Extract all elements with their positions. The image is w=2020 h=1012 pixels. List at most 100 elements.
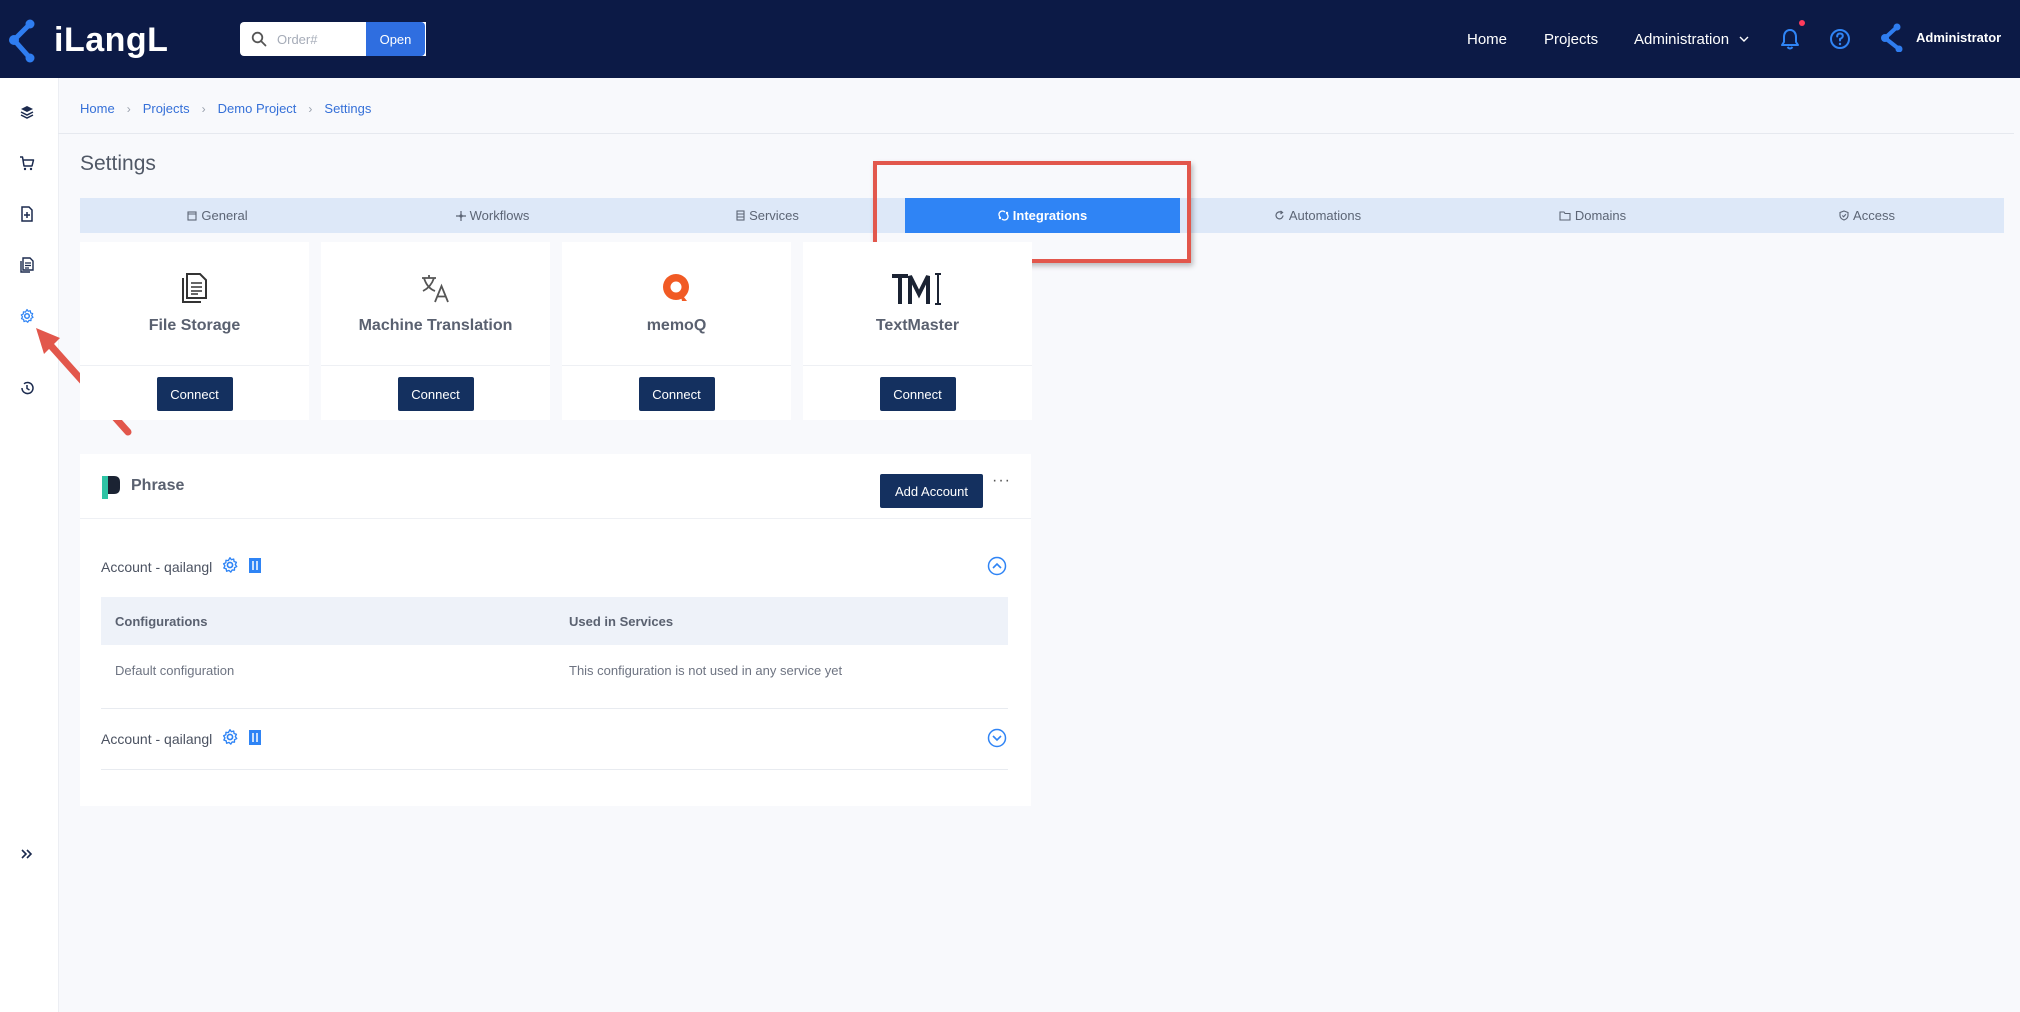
tab-general[interactable]: General — [80, 198, 355, 233]
breadcrumb-home[interactable]: Home — [80, 101, 115, 116]
documents-icon — [20, 257, 34, 273]
integration-card-textmaster: TextMaster Connect — [803, 242, 1032, 420]
more-options-icon[interactable]: ··· — [992, 472, 1011, 490]
tab-general-label: General — [201, 208, 248, 223]
tab-services-label: Services — [749, 208, 799, 223]
phrase-integration-panel: Phrase Add Account ··· Account - qailang… — [80, 454, 1031, 806]
row-divider — [101, 708, 1008, 709]
memoq-logo-icon — [662, 274, 689, 301]
card-divider — [321, 365, 550, 366]
translate-icon — [421, 275, 449, 303]
nav-projects[interactable]: Projects — [1544, 0, 1598, 78]
connect-textmaster-button[interactable]: Connect — [879, 377, 956, 411]
notification-dot — [1799, 20, 1805, 26]
tab-domains-label: Domains — [1574, 208, 1627, 223]
layers-icon — [20, 106, 34, 119]
shield-icon — [1839, 210, 1849, 221]
phrase-title: Phrase — [131, 477, 185, 494]
top-bar: iLangL Open Home Projects Administration — [0, 0, 2020, 78]
workflow-icon — [455, 210, 466, 221]
delete-account-icon[interactable] — [247, 556, 263, 574]
tab-services[interactable]: Services — [630, 198, 905, 233]
left-sidebar — [0, 78, 59, 1012]
integration-card-machine-translation: Machine Translation Connect — [321, 242, 550, 420]
integration-name: File Storage — [148, 317, 241, 334]
connect-machine-translation-button[interactable]: Connect — [397, 377, 474, 411]
notifications-button[interactable] — [1777, 20, 1805, 52]
open-order-button[interactable]: Open — [366, 22, 425, 56]
nav-administration-label: Administration — [1634, 30, 1730, 48]
help-button[interactable] — [1827, 26, 1853, 52]
breadcrumb: Home › Projects › Demo Project › Setting… — [80, 101, 371, 116]
configuration-name[interactable]: Default configuration — [115, 663, 234, 678]
tab-workflows[interactable]: Workflows — [355, 198, 630, 233]
connect-file-storage-button[interactable]: Connect — [156, 377, 233, 411]
integration-card-memoq: memoQ Connect — [562, 242, 791, 420]
document-add-icon — [21, 206, 33, 222]
settings-icon — [20, 308, 34, 323]
account-row[interactable]: Account - qailangl — [101, 552, 1009, 582]
sidebar-orders[interactable] — [17, 153, 37, 173]
integration-name: memoQ — [646, 317, 707, 334]
page-title: Settings — [80, 152, 156, 175]
expand-account-icon[interactable] — [987, 728, 1007, 748]
configurations-table-header: Configurations Used in Services — [101, 597, 1008, 645]
user-avatar-icon — [1881, 23, 1903, 53]
row-divider — [101, 769, 1008, 770]
panel-divider — [80, 518, 1031, 519]
app-logo[interactable]: iLangL — [6, 14, 168, 66]
help-icon — [1830, 29, 1850, 49]
ilangl-logo-icon — [9, 19, 35, 63]
add-account-button[interactable]: Add Account — [880, 474, 983, 508]
cart-icon — [20, 156, 35, 171]
configuration-usage: This configuration is not used in any se… — [569, 663, 843, 678]
bell-icon — [1781, 29, 1799, 50]
breadcrumb-demo-project[interactable]: Demo Project — [218, 101, 297, 116]
tab-domains[interactable]: Domains — [1455, 198, 1730, 233]
breadcrumb-settings[interactable]: Settings — [324, 101, 371, 116]
tab-workflows-label: Workflows — [469, 208, 530, 223]
search-icon — [251, 31, 267, 47]
sidebar-expand[interactable] — [17, 844, 37, 864]
column-header-used-in-services: Used in Services — [569, 613, 674, 629]
tab-automations[interactable]: Automations — [1180, 198, 1455, 233]
sidebar-layers[interactable] — [17, 102, 37, 122]
integration-name: TextMaster — [875, 317, 960, 334]
breadcrumb-projects[interactable]: Projects — [143, 101, 190, 116]
file-storage-icon — [181, 273, 207, 303]
tab-access[interactable]: Access — [1730, 198, 2004, 233]
user-name[interactable]: Administrator — [1916, 0, 2001, 74]
card-divider — [562, 365, 791, 366]
expand-icon — [21, 849, 33, 859]
integration-name: Machine Translation — [358, 317, 513, 334]
sidebar-documents[interactable] — [17, 255, 37, 275]
account-settings-icon[interactable] — [221, 556, 239, 574]
folder-icon — [1559, 210, 1571, 221]
account-label: Account - qailangl — [101, 559, 213, 575]
collapse-icon[interactable] — [987, 556, 1007, 576]
sidebar-new-document[interactable] — [17, 204, 37, 224]
sidebar-settings[interactable] — [17, 306, 37, 326]
delete-account-icon[interactable] — [247, 728, 263, 746]
phrase-logo-icon — [102, 476, 120, 499]
nav-home[interactable]: Home — [1467, 0, 1507, 78]
textmaster-logo-icon — [891, 273, 941, 305]
connect-memoq-button[interactable]: Connect — [638, 377, 715, 411]
integration-card-file-storage: File Storage Connect — [80, 242, 309, 420]
column-header-configurations: Configurations — [115, 613, 208, 629]
nav-administration[interactable]: Administration — [1634, 0, 1749, 78]
server-icon — [736, 210, 745, 221]
card-divider — [803, 365, 1032, 366]
breadcrumb-separator: › — [308, 101, 313, 116]
chevron-down-icon — [1739, 36, 1749, 42]
account-row[interactable]: Account - qailangl — [101, 724, 1009, 754]
tab-access-label: Access — [1853, 208, 1895, 223]
header-divider — [58, 133, 2014, 134]
card-divider — [80, 365, 309, 366]
account-settings-icon[interactable] — [221, 728, 239, 746]
user-menu-button[interactable] — [1879, 22, 1905, 53]
logo-text: iLangL — [54, 20, 169, 59]
breadcrumb-separator: › — [201, 101, 206, 116]
window-icon — [187, 210, 197, 221]
refresh-icon — [1275, 210, 1284, 220]
